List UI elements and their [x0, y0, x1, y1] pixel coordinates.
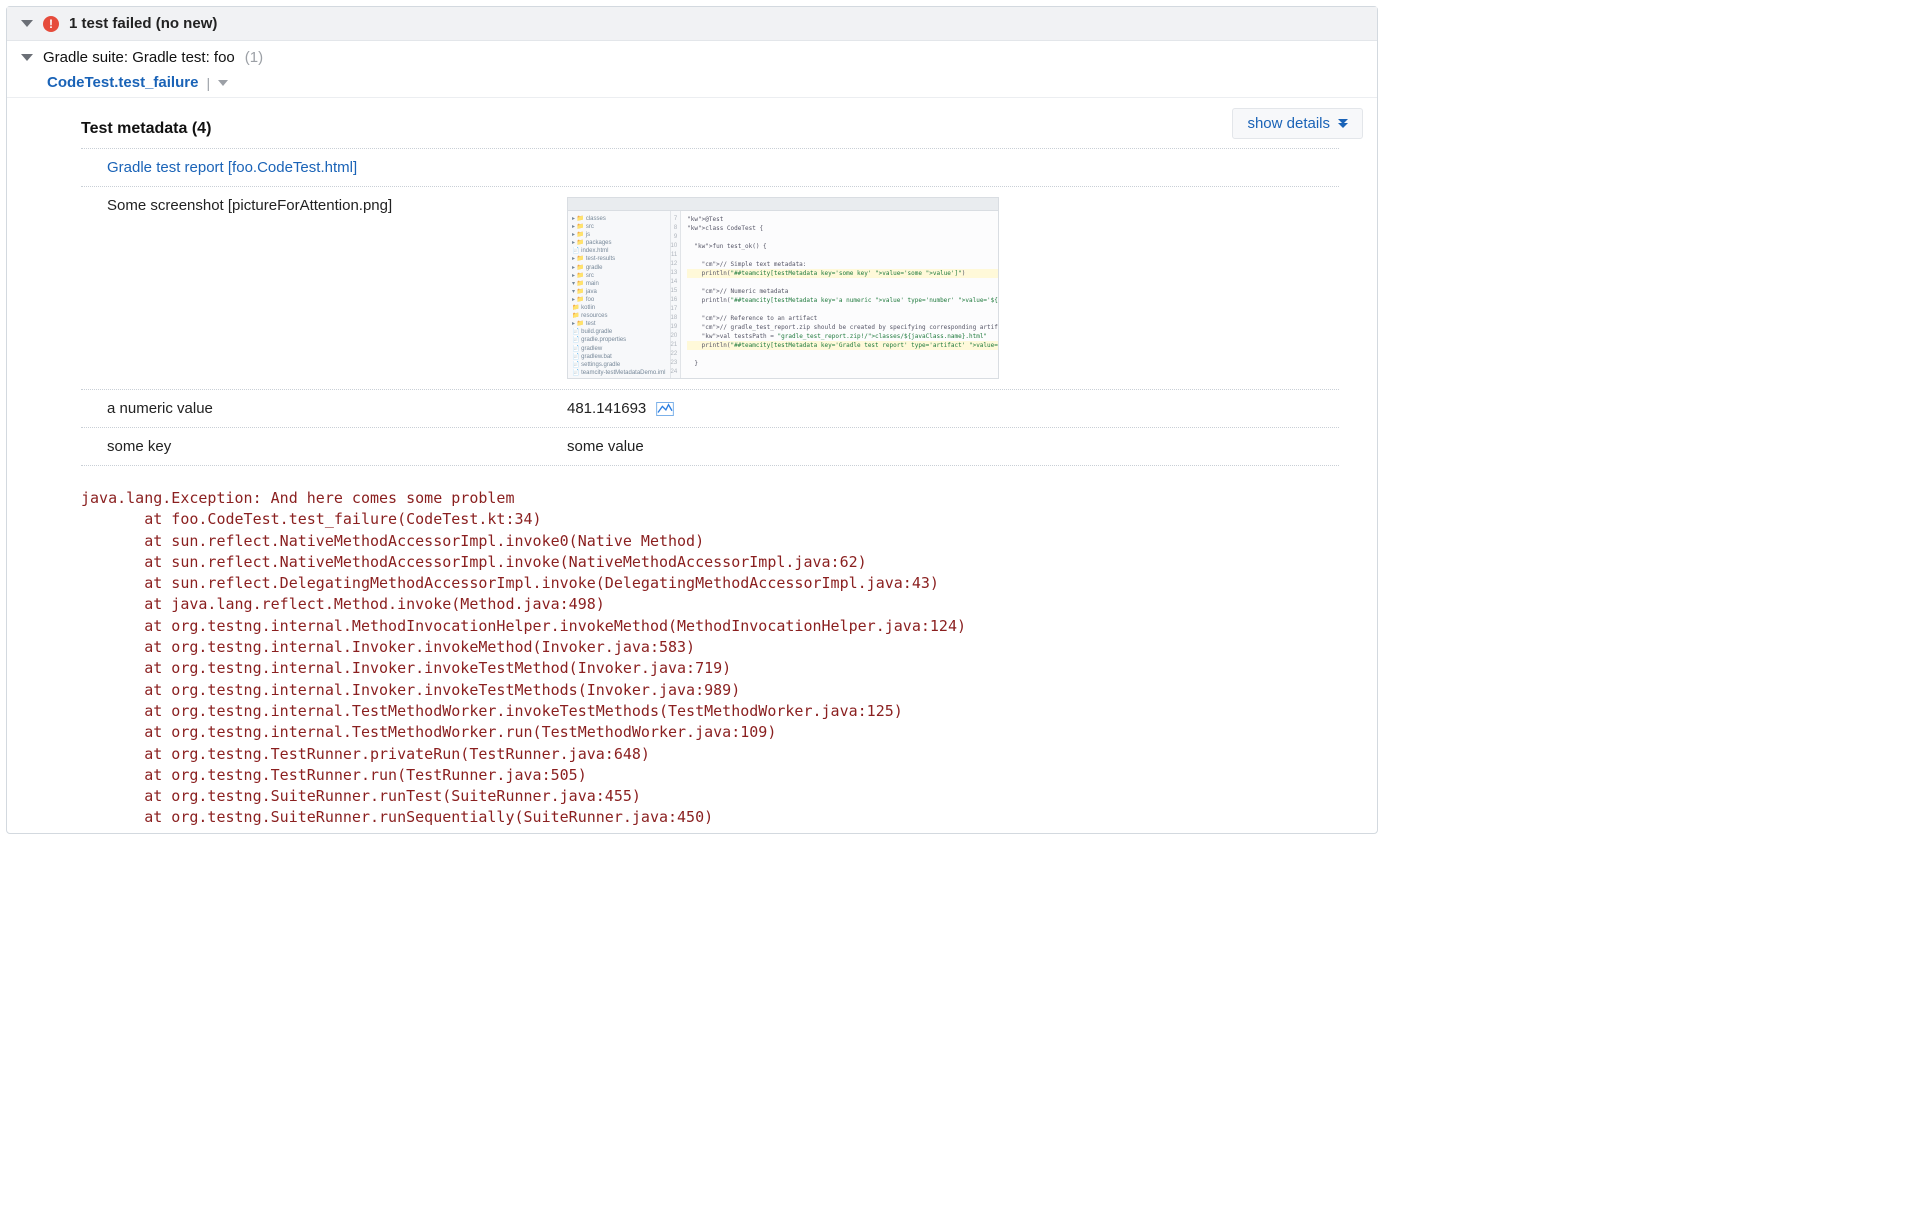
- suite-label: Gradle suite: Gradle test: foo: [43, 49, 235, 66]
- error-icon: !: [43, 16, 59, 32]
- test-actions-dropdown-icon[interactable]: [218, 80, 228, 86]
- expand-all-icon: [1338, 120, 1348, 128]
- show-details-label: show details: [1247, 115, 1330, 132]
- metadata-value: 481.141693: [567, 400, 1339, 417]
- metadata-row: Gradle test report [foo.CodeTest.html]: [81, 149, 1339, 187]
- test-body: show details Test metadata (4) Gradle te…: [7, 97, 1377, 833]
- numeric-value: 481.141693: [567, 400, 646, 417]
- separator: |: [206, 75, 210, 91]
- metadata-key: a numeric value: [81, 400, 567, 417]
- screenshot-thumbnail[interactable]: ▸ 📁 classes▸ 📁 src▸ 📁 js▸ 📁 packages 📄 i…: [567, 197, 999, 379]
- metadata-value: some value: [567, 438, 1339, 455]
- metadata-row: some key some value: [81, 428, 1339, 466]
- sparkline-icon[interactable]: [656, 402, 674, 416]
- summary-header[interactable]: ! 1 test failed (no new): [7, 7, 1377, 41]
- stacktrace: java.lang.Exception: And here comes some…: [81, 466, 1377, 833]
- test-name-link[interactable]: CodeTest.test_failure: [47, 74, 198, 91]
- metadata-row: Some screenshot [pictureForAttention.png…: [81, 187, 1339, 390]
- summary-text: 1 test failed (no new): [69, 15, 217, 32]
- disclosure-triangle-icon[interactable]: [21, 20, 33, 27]
- metadata-key: Some screenshot [pictureForAttention.png…: [81, 197, 567, 214]
- disclosure-triangle-icon[interactable]: [21, 54, 33, 61]
- metadata-table: Gradle test report [foo.CodeTest.html] S…: [81, 148, 1339, 466]
- metadata-value: ▸ 📁 classes▸ 📁 src▸ 📁 js▸ 📁 packages 📄 i…: [567, 197, 1339, 379]
- test-row: CodeTest.test_failure |: [7, 70, 1377, 97]
- gradle-report-link[interactable]: Gradle test report [foo.CodeTest.html]: [107, 159, 357, 176]
- show-details-button[interactable]: show details: [1232, 108, 1363, 139]
- test-results-panel: ! 1 test failed (no new) Gradle suite: G…: [6, 6, 1378, 834]
- metadata-key: some key: [81, 438, 567, 455]
- metadata-key: Gradle test report [foo.CodeTest.html]: [81, 159, 567, 176]
- metadata-heading: Test metadata (4): [81, 98, 1377, 148]
- suite-row[interactable]: Gradle suite: Gradle test: foo (1): [7, 41, 1377, 70]
- suite-count: (1): [245, 49, 263, 66]
- metadata-row: a numeric value 481.141693: [81, 390, 1339, 428]
